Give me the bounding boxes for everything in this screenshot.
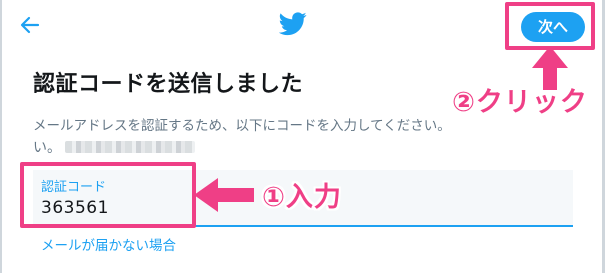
- arrow-left-icon: [20, 16, 40, 34]
- next-button-highlight-box: [505, 2, 595, 50]
- resend-code-link[interactable]: メールが届かない場合: [41, 234, 176, 254]
- arrow-left-annotation-icon: [194, 178, 254, 212]
- description-text: メールアドレスを認証するため、以下にコードを入力してください。: [33, 118, 451, 134]
- back-button[interactable]: [18, 13, 42, 37]
- code-field-highlight-box: [20, 162, 196, 228]
- input-annotation-text: ①入力: [262, 182, 342, 213]
- page-title: 認証コードを送信しました: [33, 72, 304, 97]
- frame-border-left: [0, 0, 2, 273]
- blurred-email-address: [65, 141, 195, 153]
- email-row: い。: [33, 138, 195, 156]
- click-annotation-text: ②クリック: [452, 87, 588, 118]
- email-prefix-text: い。: [33, 140, 61, 156]
- twitter-bird-icon: [278, 12, 307, 36]
